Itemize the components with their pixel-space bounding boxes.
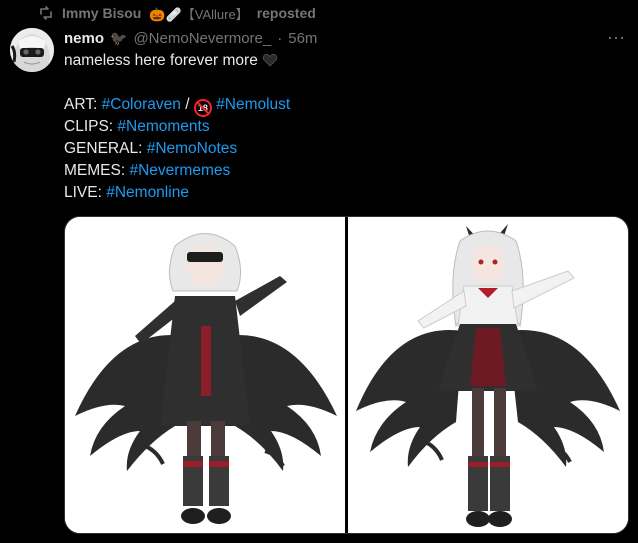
media-image-1[interactable] xyxy=(65,217,345,533)
media-gallery xyxy=(64,216,629,534)
separator: · xyxy=(277,29,283,47)
art-label: ART: xyxy=(64,96,102,113)
live-line: LIVE: #Nemonline xyxy=(64,182,624,204)
crow-icon: 🐦‍⬛ xyxy=(110,29,128,46)
live-label: LIVE: xyxy=(64,184,107,201)
post-header: nemo 🐦‍⬛ @NemoNevermore_ · 56m xyxy=(64,28,317,48)
clips-label: CLIPS: xyxy=(64,118,118,135)
hashtag-coloraven[interactable]: #Coloraven xyxy=(102,96,181,113)
art-line: ART: #Coloraven / 18 #Nemolust xyxy=(64,94,624,117)
reposter-emoji: 🎃🩹【VAllure】 xyxy=(149,6,249,22)
black-heart-icon xyxy=(262,52,278,68)
bio-text: nameless here forever more xyxy=(64,52,258,69)
reposter-name[interactable]: Immy Bisou xyxy=(62,5,141,21)
repost-context: Immy Bisou 🎃🩹【VAllure】 reposted xyxy=(38,4,316,22)
post-text: nameless here forever more ART: #Colorav… xyxy=(64,50,624,204)
no-under-18-icon: 18 xyxy=(193,99,212,117)
avatar[interactable] xyxy=(10,28,54,72)
memes-line: MEMES: #Nevermemes xyxy=(64,160,624,182)
media-image-2[interactable] xyxy=(348,217,628,533)
hashtag-nemonotes[interactable]: #NemoNotes xyxy=(147,140,237,157)
memes-label: MEMES: xyxy=(64,162,130,179)
general-line: GENERAL: #NemoNotes xyxy=(64,138,624,160)
user-handle[interactable]: @NemoNevermore_ xyxy=(133,30,271,47)
hashtag-nevermemes[interactable]: #Nevermemes xyxy=(129,162,230,179)
hashtag-nemonline[interactable]: #Nemonline xyxy=(106,184,189,201)
hashtag-nemolust[interactable]: #Nemolust xyxy=(216,96,290,113)
clips-line: CLIPS: #Nemoments xyxy=(64,116,624,138)
art-separator: / xyxy=(180,96,194,113)
general-label: GENERAL: xyxy=(64,140,147,157)
more-icon[interactable]: ··· xyxy=(604,28,628,46)
bio-line: nameless here forever more xyxy=(64,50,624,72)
repost-label: reposted xyxy=(256,5,316,21)
timestamp[interactable]: 56m xyxy=(288,30,317,47)
repost-icon xyxy=(38,5,54,21)
hashtag-nemoments[interactable]: #Nemoments xyxy=(117,118,209,135)
display-name[interactable]: nemo xyxy=(64,30,104,47)
